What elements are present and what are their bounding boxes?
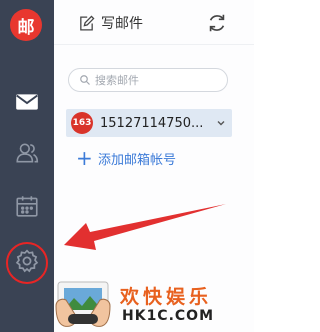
app-logo[interactable]: 邮	[10, 9, 42, 41]
account-address: 15127114750...	[100, 115, 204, 131]
refresh-icon[interactable]	[206, 12, 228, 34]
compose-button[interactable]: 写邮件	[78, 12, 143, 34]
annotation-arrow	[64, 204, 226, 250]
compose-icon	[80, 15, 95, 31]
logo-text: 邮	[17, 17, 35, 38]
add-account-label: 添加邮箱帐号	[98, 152, 177, 168]
mail-icon[interactable]	[13, 88, 41, 116]
watermark-title: 欢快娱乐	[120, 286, 213, 308]
toolbar-divider	[54, 44, 254, 45]
gamepad-hands-icon	[55, 281, 111, 327]
account-badge: 163	[71, 112, 93, 134]
contacts-icon[interactable]	[13, 139, 41, 167]
plus-icon: +	[76, 146, 93, 170]
sidebar: 邮	[0, 0, 54, 332]
highlight-circle	[6, 242, 48, 284]
search-box[interactable]	[68, 68, 228, 92]
account-item[interactable]: 163 15127114750...	[66, 109, 232, 137]
chevron-down-icon[interactable]	[216, 118, 226, 128]
search-input[interactable]	[95, 73, 215, 87]
account-badge-text: 163	[72, 118, 92, 128]
calendar-icon[interactable]	[13, 192, 41, 220]
watermark-site: HK1C.COM	[122, 308, 215, 324]
search-icon	[80, 75, 90, 85]
add-account-link[interactable]: + 添加邮箱帐号	[76, 148, 176, 168]
compose-label: 写邮件	[101, 16, 143, 32]
